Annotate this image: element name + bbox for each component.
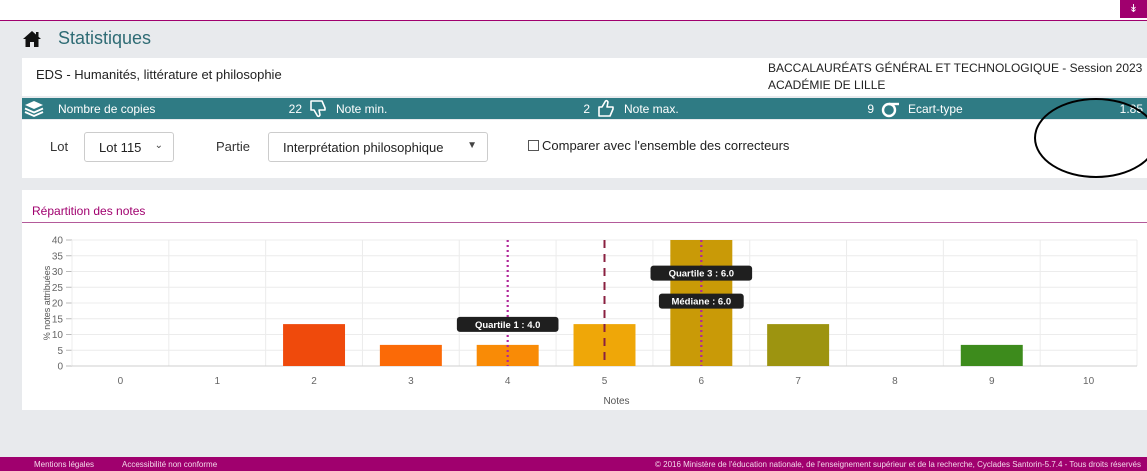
stats-bar: Nombre de copies 22 Note min. 2 Note max… — [22, 98, 1147, 119]
subject-name: EDS - Humanités, littérature et philosop… — [36, 67, 282, 82]
y-axis-title: % notes attribuées — [42, 265, 52, 340]
compare-checkbox[interactable] — [528, 140, 539, 151]
annotation-label: Médiane : 6.0 — [671, 297, 731, 308]
exam-session: BACCALAURÉATS GÉNÉRAL ET TECHNOLOGIQUE -… — [768, 60, 1142, 94]
home-icon[interactable] — [22, 29, 42, 49]
collapse-chevron-icon[interactable]: ↡ — [1120, 0, 1147, 18]
top-strip — [0, 0, 1147, 20]
thumbs-down-icon — [310, 100, 326, 118]
x-tick-label: 5 — [602, 376, 608, 387]
y-tick-label: 5 — [57, 346, 63, 357]
annotation-label: Quartile 1 : 4.0 — [475, 320, 540, 331]
x-tick-label: 9 — [989, 376, 995, 387]
compare-label: Comparer avec l'ensemble des correcteurs — [542, 138, 790, 153]
partie-label: Partie — [216, 139, 250, 154]
grade-distribution-chart: 0 5 10 15 20 25 30 35 40 0 1 2 3 4 5 6 7 8 9 10 Notes % notes… — [42, 236, 1138, 407]
partie-select[interactable]: Interprétation philosophique ▼ — [268, 132, 488, 162]
lot-label: Lot — [50, 139, 69, 154]
bar-9 — [960, 344, 1023, 366]
y-tick-label: 15 — [52, 314, 64, 325]
page-title: Statistiques — [58, 28, 152, 48]
y-tick-label: 0 — [57, 362, 63, 373]
annotation-circle — [1034, 98, 1147, 178]
x-tick-label: 2 — [311, 376, 317, 387]
caret-down-icon: ▼ — [467, 140, 477, 151]
chevron-down-icon: ⌄ — [154, 140, 163, 151]
y-tick-label: 20 — [52, 299, 64, 310]
x-tick-label: 7 — [795, 376, 801, 387]
y-tick-label: 25 — [52, 283, 64, 294]
chart-panel: Répartition des notes 0 5 10 15 20 25 30 35 40 0 1… — [22, 190, 1147, 410]
x-tick-label: 0 — [118, 376, 124, 387]
stat-min: Note min. 2 — [306, 98, 594, 119]
bar-7 — [767, 324, 830, 366]
x-tick-label: 6 — [699, 376, 705, 387]
y-tick-label: 35 — [52, 251, 64, 262]
thumbs-up-icon — [598, 99, 614, 117]
stat-max: Note max. 9 — [594, 98, 878, 119]
accessibility-link[interactable]: Accessibilité non conforme — [122, 460, 217, 469]
lot-select[interactable]: Lot 115 ⌄ — [84, 132, 174, 162]
x-tick-label: 1 — [214, 376, 220, 387]
stat-copies: Nombre de copies 22 — [22, 98, 306, 119]
x-tick-label: 3 — [408, 376, 414, 387]
x-tick-label: 4 — [505, 376, 511, 387]
exam-title: BACCALAURÉATS GÉNÉRAL ET TECHNOLOGIQUE -… — [768, 61, 1143, 75]
x-axis-title: Notes — [603, 396, 629, 407]
sigma-icon — [881, 102, 899, 118]
exam-info-panel: EDS - Humanités, littérature et philosop… — [22, 58, 1147, 96]
x-tick-label: 8 — [892, 376, 898, 387]
bar-2 — [283, 324, 346, 366]
copyright: © 2016 Ministère de l'éducation national… — [655, 460, 1141, 469]
filters-panel: Lot Lot 115 ⌄ Partie Interprétation phil… — [22, 120, 1147, 178]
layers-icon — [24, 101, 44, 117]
academy-name: ACADÉMIE DE LILLE — [768, 78, 886, 92]
y-tick-label: 30 — [52, 267, 64, 278]
y-tick-label: 40 — [52, 236, 64, 247]
title-bar: Statistiques — [0, 20, 1147, 58]
y-tick-label: 10 — [52, 330, 64, 341]
legal-link[interactable]: Mentions légales — [34, 460, 94, 469]
bar-3 — [379, 344, 442, 366]
x-tick-label: 10 — [1083, 376, 1095, 387]
footer: Mentions légales Accessibilité non confo… — [0, 457, 1147, 471]
annotation-label: Quartile 3 : 6.0 — [669, 269, 734, 280]
